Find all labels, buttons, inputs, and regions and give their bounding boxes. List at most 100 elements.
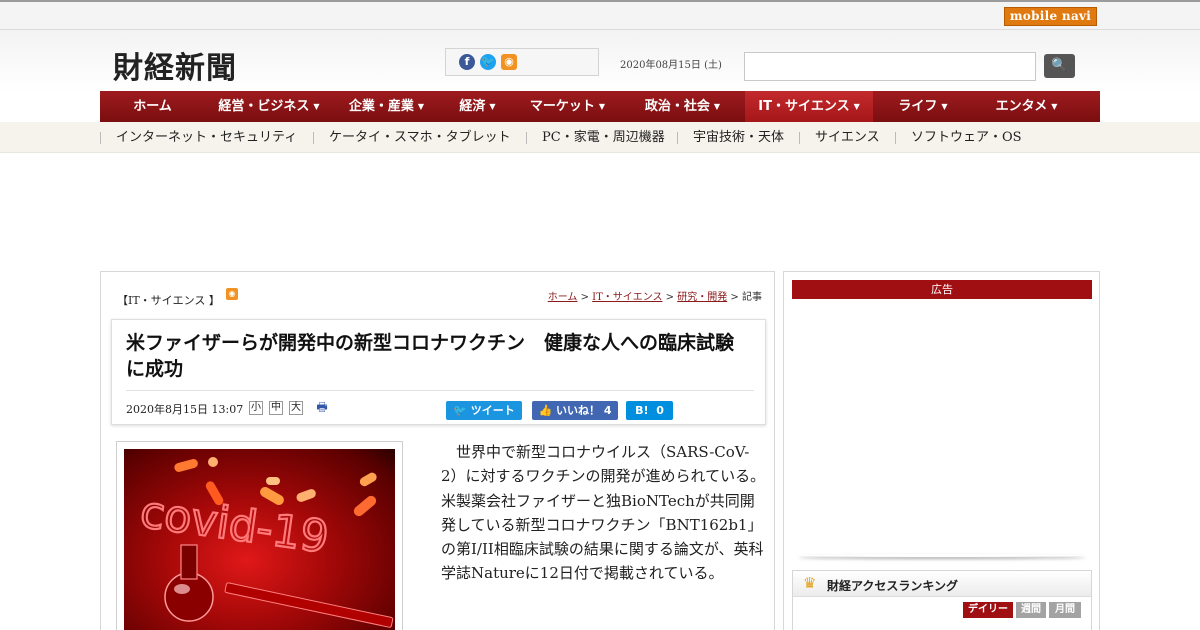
ranking-widget: ♛ 財経アクセスランキング デイリー 週間 月間 [792, 570, 1092, 630]
pill-shape [296, 489, 316, 502]
search-input[interactable] [744, 52, 1036, 81]
divider [126, 390, 754, 391]
divider [526, 132, 527, 144]
sub-nav: インターネット・セキュリティ ケータイ・スマホ・タブレット PC・家電・周辺機器… [0, 122, 1200, 153]
breadcrumb-current: 記事 [742, 292, 762, 303]
breadcrumb-sep: > [577, 292, 593, 303]
facebook-like-button[interactable]: 👍 いいね！ 4 [532, 401, 618, 420]
chevron-down-icon: ▼ [489, 102, 496, 111]
flask-highlight [174, 584, 190, 594]
chevron-down-icon: ▼ [713, 102, 721, 111]
header-date: 2020年08月15日 (土) [620, 60, 722, 71]
article-image[interactable]: covid-19 [124, 449, 395, 630]
divider [313, 132, 314, 144]
article-title: 米ファイザーらが開発中の新型コロナワクチン 健康な人への臨床試験に成功 [126, 332, 735, 380]
nav-item-it-science[interactable]: IT・サイエンス ▼ [745, 91, 873, 122]
print-icon[interactable]: 🖶 [315, 400, 329, 414]
breadcrumb: ホーム > IT・サイエンス > 研究・開発 > 記事 [548, 288, 762, 303]
search-icon: 🔍 [1051, 58, 1068, 73]
divider [895, 132, 896, 144]
subnav-item-mobile[interactable]: ケータイ・スマホ・タブレット [329, 122, 511, 153]
rss-icon[interactable]: ◉ [226, 288, 238, 300]
breadcrumb-sep: > [727, 292, 742, 303]
covid-image-graphic: covid-19 [136, 457, 394, 628]
mobile-navi-link[interactable]: mobile navi [1004, 7, 1097, 26]
nav-item-economy[interactable]: 経済 ▼ [440, 91, 515, 122]
article-body: 世界中で新型コロナウイルス（SARS-CoV-2）に対するワクチンの開発が進めら… [441, 443, 766, 583]
twitter-icon[interactable]: 🐦 [480, 54, 496, 70]
syringe-shape [224, 582, 394, 628]
nav-label: エンタメ [995, 99, 1048, 114]
article-category[interactable]: 【IT・サイエンス 】 [117, 292, 220, 308]
article-header: 米ファイザーらが開発中の新型コロナワクチン 健康な人への臨床試験に成功 2020… [111, 319, 766, 425]
article-datetime: 2020年8月15日 13:07 [126, 403, 244, 416]
pill-shape [266, 477, 280, 485]
article-image-frame: covid-19 [116, 441, 403, 630]
breadcrumb-subsection[interactable]: 研究・開発 [677, 292, 727, 303]
chevron-down-icon: ▼ [313, 102, 320, 111]
main-nav: ホーム 経営・ビジネス ▼ 企業・産業 ▼ 経済 ▼ マーケット ▼ 政治・社会 ▼ IT… [100, 91, 1100, 122]
breadcrumb-sep: > [662, 292, 678, 303]
tweet-button[interactable]: 🐦 ツイート [446, 401, 522, 420]
pill-shape [174, 459, 198, 472]
breadcrumb-section[interactable]: IT・サイエンス [592, 292, 662, 303]
nav-label: 経済 [459, 99, 486, 114]
nav-item-entertainment[interactable]: エンタメ ▼ [973, 91, 1080, 122]
subnav-item-space[interactable]: 宇宙技術・天体 [693, 122, 784, 153]
font-size-large-button[interactable]: 大 [289, 401, 303, 415]
hatena-bookmark-button[interactable]: B! 0 [626, 401, 673, 420]
nav-item-politics[interactable]: 政治・社会 ▼ [620, 91, 745, 122]
facebook-icon[interactable]: f [459, 54, 475, 70]
nav-label: マーケット [529, 99, 595, 114]
chevron-down-icon: ▼ [1051, 102, 1058, 111]
nav-item-business[interactable]: 経営・ビジネス ▼ [205, 91, 333, 122]
nav-label: 企業・産業 [348, 99, 414, 114]
chevron-down-icon: ▼ [853, 102, 860, 111]
subnav-item-science[interactable]: サイエンス [815, 122, 880, 153]
tab-monthly[interactable]: 月間 [1049, 602, 1081, 618]
nav-item-life[interactable]: ライフ ▼ [873, 91, 973, 122]
tab-daily[interactable]: デイリー [963, 602, 1013, 618]
twitter-icon: 🐦 [453, 404, 467, 417]
subnav-item-software[interactable]: ソフトウェア・OS [911, 122, 1022, 153]
nav-label: 政治・社会 [644, 99, 710, 114]
search-button[interactable]: 🔍 [1044, 54, 1075, 78]
nav-label: ホーム [133, 99, 172, 114]
chevron-down-icon: ▼ [417, 102, 425, 111]
pill-shape [359, 472, 377, 487]
divider [798, 554, 1086, 557]
nav-item-market[interactable]: マーケット ▼ [515, 91, 620, 122]
chevron-down-icon: ▼ [598, 102, 606, 111]
subnav-item-pc[interactable]: PC・家電・周辺機器 [542, 122, 665, 153]
social-links: f 🐦 ◉ [445, 48, 599, 76]
divider [100, 132, 101, 144]
hatena-label: B! [635, 404, 649, 417]
flask-neck [180, 544, 198, 580]
divider [799, 132, 800, 144]
flask-shape [164, 572, 214, 622]
site-logo[interactable]: 財経新聞 [113, 43, 237, 87]
tweet-label: ツイート [470, 404, 515, 417]
nav-item-industry[interactable]: 企業・産業 ▼ [333, 91, 440, 122]
thumbs-up-icon: 👍 [538, 404, 553, 417]
rss-icon[interactable]: ◉ [501, 54, 517, 70]
font-size-small-button[interactable]: 小 [249, 401, 263, 415]
pill-shape [208, 457, 218, 467]
like-label: いいね！ [556, 404, 601, 417]
ranking-header: ♛ 財経アクセスランキング [793, 571, 1091, 597]
nav-label: ライフ [898, 99, 938, 114]
ranking-title: 財経アクセスランキング [827, 579, 959, 593]
font-size-medium-button[interactable]: 中 [269, 401, 283, 415]
nav-item-home[interactable]: ホーム [100, 91, 205, 122]
article-column: 【IT・サイエンス 】 ◉ ホーム > IT・サイエンス > 研究・開発 > 記… [100, 271, 775, 630]
chevron-down-icon: ▼ [941, 102, 948, 111]
like-count: 4 [603, 404, 612, 417]
nav-label: 経営・ビジネス [218, 99, 310, 114]
nav-label: IT・サイエンス [758, 99, 850, 114]
divider [677, 132, 678, 144]
breadcrumb-home[interactable]: ホーム [548, 292, 578, 303]
subnav-item-internet-security[interactable]: インターネット・セキュリティ [116, 122, 297, 153]
crown-icon: ♛ [803, 574, 817, 592]
pill-shape [353, 495, 377, 517]
tab-weekly[interactable]: 週間 [1016, 602, 1046, 618]
